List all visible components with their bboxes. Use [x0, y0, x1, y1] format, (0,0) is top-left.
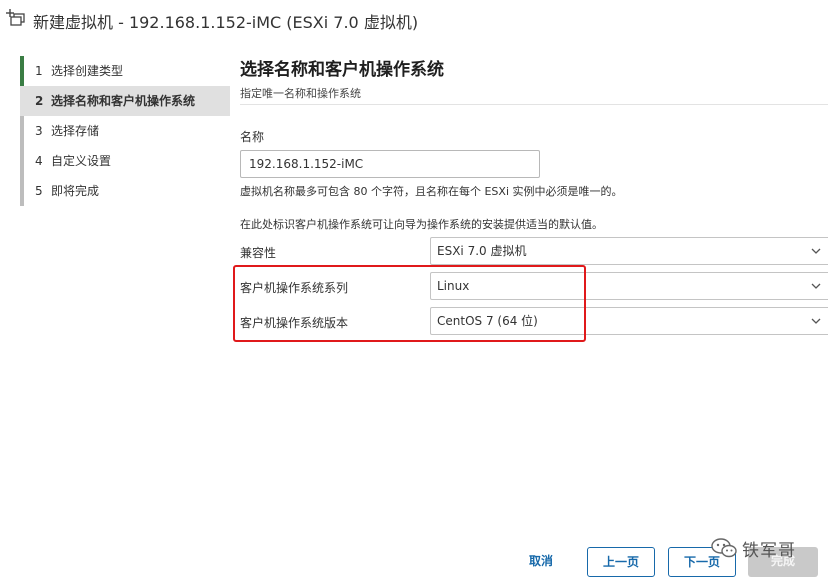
- watermark: 铁军哥: [710, 533, 796, 563]
- dialog-titlebar: 新建虚拟机 - 192.168.1.152-iMC (ESXi 7.0 虚拟机): [0, 0, 828, 40]
- wizard-steps: 1 选择创建类型 2 选择名称和客户机操作系统 3 选择存储 4 自定义设置 5 即将完成: [20, 56, 230, 206]
- step-label: 选择存储: [51, 124, 100, 138]
- watermark-text: 铁军哥: [742, 540, 796, 561]
- step-customize-settings[interactable]: 4 自定义设置: [20, 146, 230, 176]
- step-label: 选择名称和客户机操作系统: [51, 94, 196, 108]
- wechat-icon: [711, 538, 737, 558]
- step-select-storage[interactable]: 3 选择存储: [20, 116, 230, 146]
- cancel-button[interactable]: 取消: [518, 547, 564, 577]
- step-select-creation-type[interactable]: 1 选择创建类型: [20, 56, 230, 86]
- dialog-title: 新建虚拟机 - 192.168.1.152-iMC (ESXi 7.0 虚拟机): [33, 13, 419, 32]
- name-help-text: 虚拟机名称最多可包含 80 个字符，且名称在每个 ESXi 实例中必须是唯一的。: [240, 185, 623, 198]
- annotation-highlight-box: [233, 265, 586, 342]
- step-label: 自定义设置: [51, 154, 112, 168]
- step-label: 即将完成: [51, 184, 100, 198]
- step-label: 选择创建类型: [51, 64, 124, 78]
- new-vm-icon: [6, 9, 25, 26]
- compatibility-label: 兼容性: [240, 246, 277, 260]
- compatibility-value: ESXi 7.0 虚拟机: [437, 244, 527, 258]
- compatibility-select[interactable]: ESXi 7.0 虚拟机: [430, 237, 828, 265]
- divider: [240, 104, 828, 105]
- chevron-down-icon: [811, 248, 821, 254]
- page-subtitle: 指定唯一名称和操作系统: [240, 87, 361, 100]
- previous-button[interactable]: 上一页: [587, 547, 655, 577]
- step-name-and-os[interactable]: 2 选择名称和客户机操作系统: [20, 86, 230, 116]
- name-label: 名称: [240, 130, 265, 144]
- step-ready-to-complete[interactable]: 5 即将完成: [20, 176, 230, 206]
- os-help-text: 在此处标识客户机操作系统可让向导为操作系统的安装提供适当的默认值。: [240, 218, 603, 231]
- chevron-down-icon: [811, 283, 821, 289]
- vm-name-input[interactable]: [240, 150, 540, 178]
- chevron-down-icon: [811, 318, 821, 324]
- page-title: 选择名称和客户机操作系统: [240, 60, 444, 80]
